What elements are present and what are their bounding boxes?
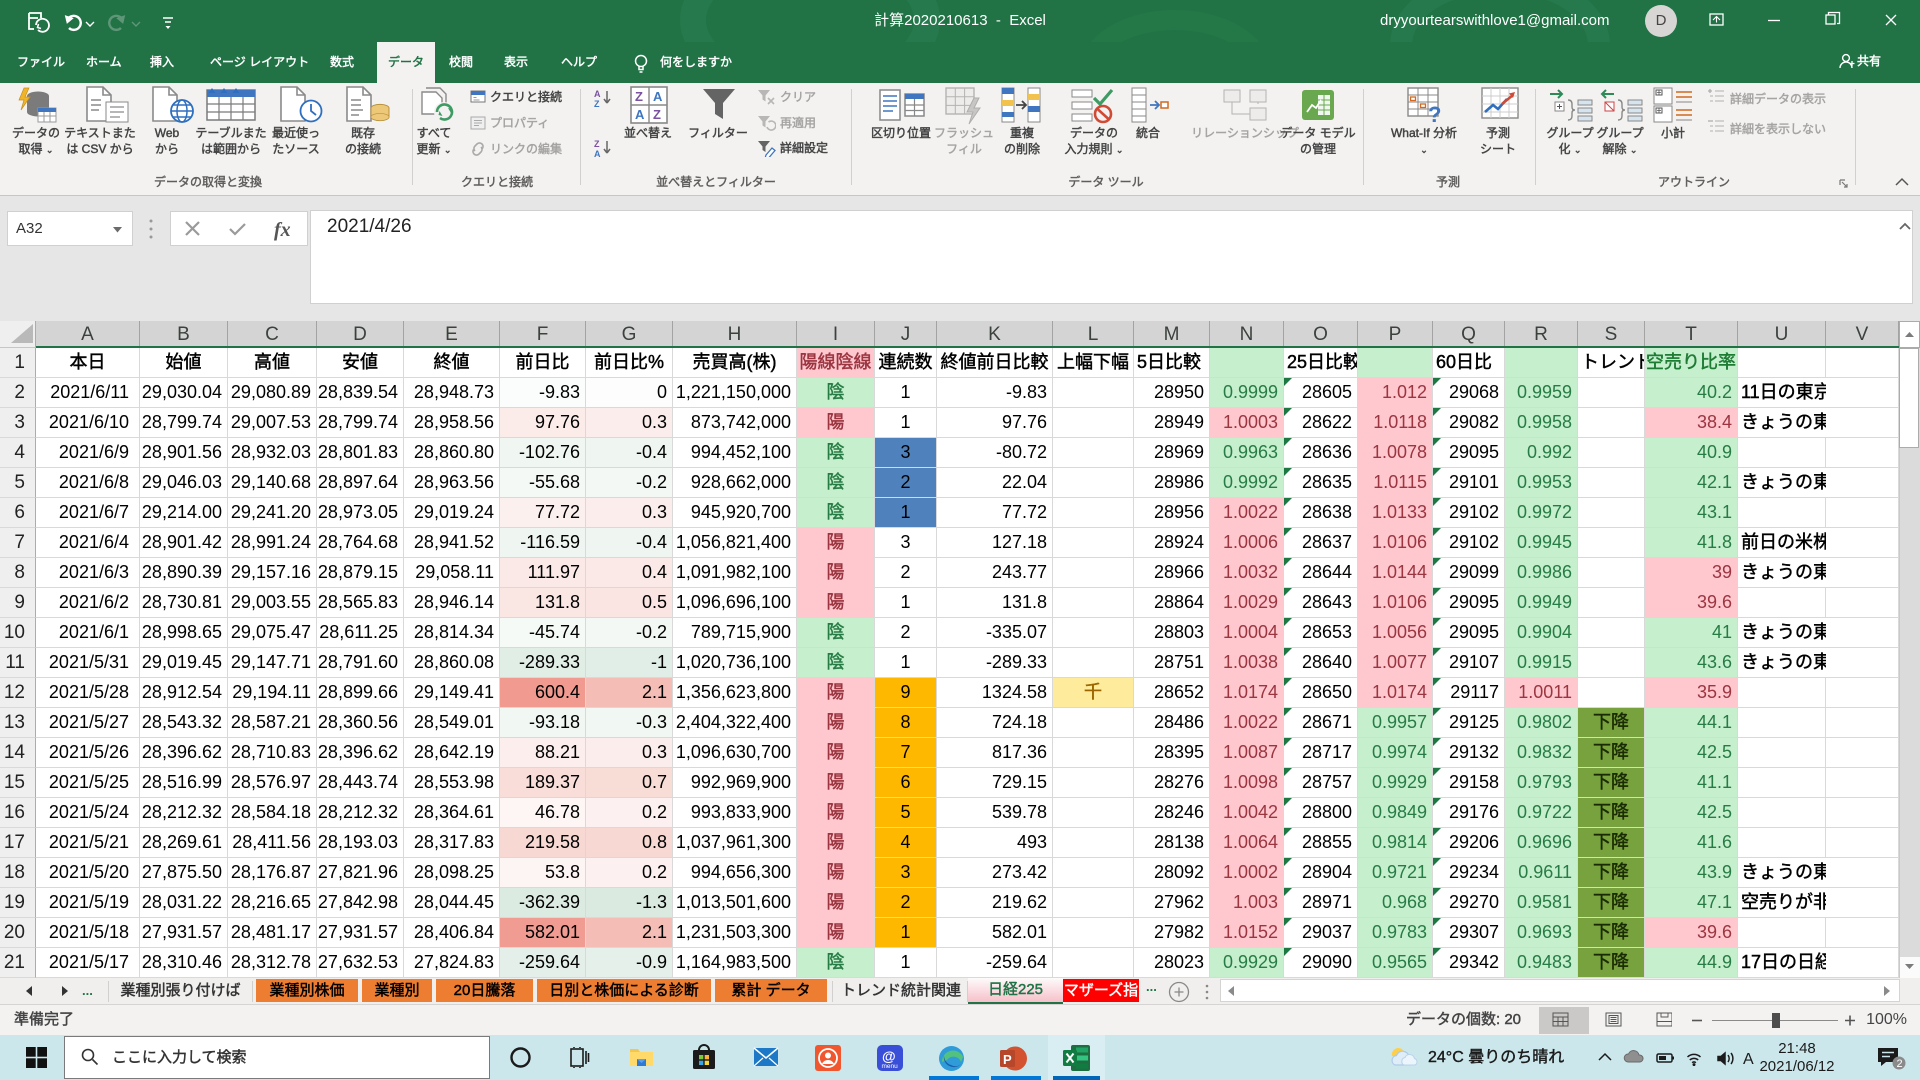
svg-text:P: P: [1003, 1052, 1012, 1067]
svg-text:Z: Z: [653, 107, 661, 122]
svg-text:?: ?: [1428, 102, 1441, 126]
svg-text:...: ...: [82, 984, 93, 998]
svg-text:@: @: [882, 1048, 896, 1064]
svg-text:fx: fx: [274, 219, 291, 241]
svg-text:2: 2: [1897, 1058, 1903, 1070]
svg-text:menu: menu: [882, 1063, 899, 1070]
svg-text:A: A: [653, 89, 663, 104]
